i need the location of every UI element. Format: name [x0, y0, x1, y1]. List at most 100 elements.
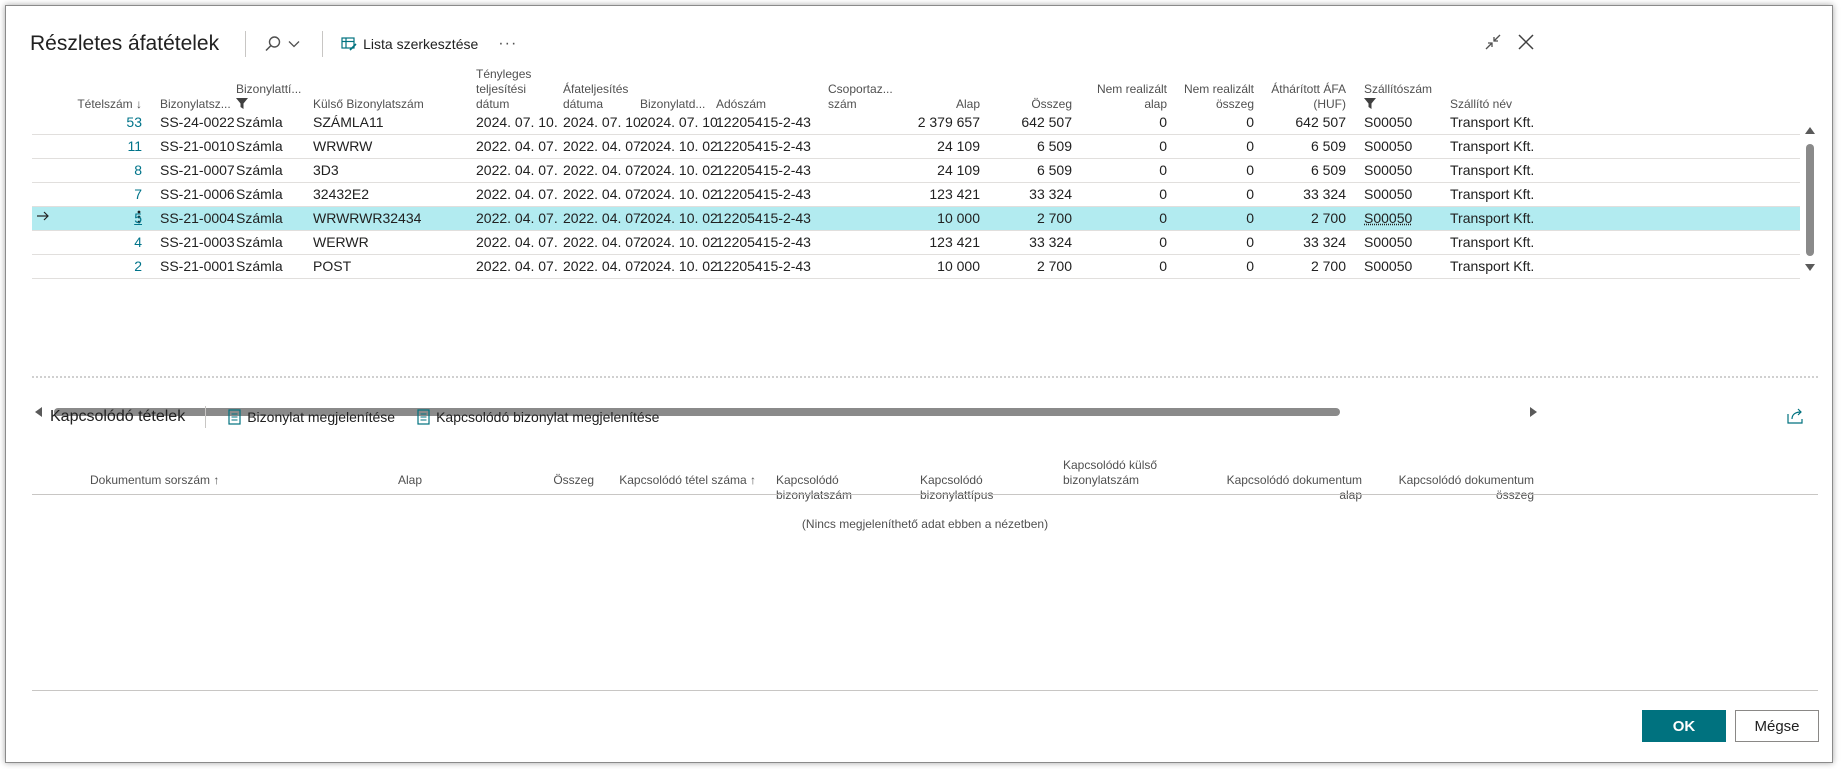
cell-vendor[interactable]: S00050: [1364, 234, 1444, 250]
related-column-label: Dokumentum sorszám ↑: [90, 473, 220, 487]
cell-vname: Transport Kft.: [1450, 186, 1535, 202]
related-column-header[interactable]: Dokumentum sorszám ↑: [90, 473, 270, 488]
column-header[interactable]: Bizonylatsz...: [160, 97, 235, 112]
filter-indicator: [1364, 98, 1444, 109]
table-row[interactable]: 8 SS-21-0007 Számla 3D3 2022. 04. 07. 2022. 0…: [32, 159, 1800, 183]
entry-number-link[interactable]: 8: [58, 162, 142, 178]
related-column-header[interactable]: Kapcsolódó dokumentum alap: [1212, 473, 1362, 503]
cell-vname: Transport Kft.: [1450, 234, 1535, 250]
column-header[interactable]: Csoportaz... szám: [828, 82, 908, 112]
column-header-label: Szállítószám: [1364, 82, 1433, 96]
close-icon: [1518, 34, 1534, 50]
table-row[interactable]: 7 SS-21-0006 Számla 32432E2 2022. 04. 07. 202…: [32, 183, 1800, 207]
related-column-label: Kapcsolódó dokumentum alap: [1226, 473, 1362, 502]
column-header[interactable]: Nem realizált összeg: [1170, 82, 1254, 112]
cell-vendor[interactable]: S00050: [1364, 186, 1444, 202]
related-column-header[interactable]: Alap: [332, 473, 422, 488]
filter-icon: [236, 98, 248, 109]
cell-vatdate: 2022. 04. 07.: [563, 186, 645, 202]
cell-actual: 2022. 04. 07.: [476, 186, 558, 202]
table-row[interactable]: 2 SS-21-0001 Számla POST 2022. 04. 07. 2022. …: [32, 255, 1800, 279]
column-header[interactable]: Áthárított ÁFA (HUF): [1260, 82, 1346, 112]
cell-nrbase: 0: [1159, 258, 1167, 274]
related-column-label: bizonylatszám: [1063, 473, 1140, 487]
search-button[interactable]: [264, 35, 300, 53]
entry-number-link[interactable]: 4: [58, 234, 142, 250]
entry-number-link[interactable]: 53: [58, 114, 142, 130]
entry-number-link[interactable]: 5: [58, 210, 142, 226]
table-row[interactable]: 53 SS-24-0022 Számla SZÁMLA11 2024. 07. 10. 2…: [32, 111, 1800, 135]
cell-tax: 12205415-2-43: [716, 210, 811, 226]
collapse-button[interactable]: [1481, 30, 1505, 54]
edit-list-button[interactable]: Lista szerkesztése: [341, 36, 478, 52]
column-header[interactable]: Szállítószám: [1364, 82, 1444, 109]
header-divider: [322, 31, 324, 57]
cell-vatdate: 2022. 04. 07.: [563, 234, 645, 250]
cell-ext: WRWRW: [313, 138, 373, 154]
column-header[interactable]: Szállító név: [1450, 97, 1550, 112]
related-column-header[interactable]: Kapcsolódó tétel száma ↑: [616, 473, 756, 488]
cell-vendor[interactable]: S00050: [1364, 114, 1444, 130]
cell-type: Számla: [236, 162, 283, 178]
column-header[interactable]: Tényleges teljesítési dátum: [476, 67, 556, 112]
show-related-document-button[interactable]: Kapcsolódó bizonylat megjelenítése: [417, 409, 659, 425]
cell-vendor[interactable]: S00050: [1364, 162, 1444, 178]
column-header[interactable]: Bizonylattí...: [236, 82, 306, 109]
cell-vname: Transport Kft.: [1450, 114, 1535, 130]
cell-ext: 3D3: [313, 162, 339, 178]
cell-base: 24 109: [937, 162, 980, 178]
column-header[interactable]: Külső Bizonylatszám: [313, 97, 463, 112]
cell-vname: Transport Kft.: [1450, 162, 1535, 178]
cell-vatdate: 2022. 04. 07.: [563, 210, 645, 226]
cell-vat: 6 509: [1310, 138, 1346, 154]
entry-number-link[interactable]: 7: [58, 186, 142, 202]
column-header[interactable]: Bizonylatd...: [640, 97, 710, 112]
cell-docdate: 2024. 10. 02.: [640, 138, 722, 154]
cell-base: 24 109: [937, 138, 980, 154]
column-header[interactable]: Tételszám ↓: [58, 97, 142, 112]
column-header[interactable]: Adószám: [716, 97, 816, 112]
column-header[interactable]: Alap: [912, 97, 980, 112]
column-header-label: Csoportaz...: [828, 82, 893, 96]
related-column-header[interactable]: Kapcsolódó bizonylatszám: [776, 473, 906, 503]
ok-button[interactable]: OK: [1642, 710, 1726, 742]
column-header[interactable]: Áfateljesítés dátuma: [563, 82, 638, 112]
cell-actual: 2024. 07. 10.: [476, 114, 558, 130]
close-button[interactable]: [1514, 30, 1538, 54]
related-column-header[interactable]: Összeg: [502, 473, 594, 488]
vertical-scrollbar[interactable]: [1802, 124, 1818, 396]
column-header-label: Tételszám ↓: [77, 97, 142, 111]
entry-number-link[interactable]: 2: [58, 258, 142, 274]
column-header-label: Áfateljesítés: [563, 82, 629, 96]
related-column-header[interactable]: Kapcsolódó külső bizonylatszám: [1063, 458, 1183, 488]
section-divider: [32, 376, 1818, 378]
cell-nrbase: 0: [1159, 234, 1167, 250]
share-button[interactable]: [1784, 404, 1808, 428]
entry-number-link[interactable]: 11: [58, 138, 142, 154]
cell-amount: 6 509: [1036, 162, 1072, 178]
related-column-header[interactable]: Kapcsolódó dokumentum összeg: [1374, 473, 1534, 503]
filter-icon: [1364, 98, 1376, 109]
cell-vendor[interactable]: S00050: [1364, 258, 1444, 274]
column-header-label: teljesítési: [476, 82, 527, 96]
table-row[interactable]: 11 SS-21-0010 Számla WRWRW 2022. 04. 07. 2022…: [32, 135, 1800, 159]
cell-vendor[interactable]: S00050: [1364, 210, 1444, 226]
table-row[interactable]: 4 SS-21-0003 Számla WERWR 2022. 04. 07. 2022.…: [32, 231, 1800, 255]
cell-actual: 2022. 04. 07.: [476, 138, 558, 154]
cell-vat: 6 509: [1310, 162, 1346, 178]
cell-vendor[interactable]: S00050: [1364, 138, 1444, 154]
cancel-button[interactable]: Mégse: [1735, 710, 1819, 742]
cell-type: Számla: [236, 258, 283, 274]
cell-doc: SS-21-0001: [160, 258, 235, 274]
more-options-button[interactable]: ···: [498, 35, 517, 53]
cell-type: Számla: [236, 138, 283, 154]
related-column-header[interactable]: Kapcsolódó bizonylattípus: [920, 473, 1050, 503]
cell-amount: 6 509: [1036, 138, 1072, 154]
table-row-selected[interactable]: 5 SS-21-0004 Számla WRWRWR32434 2022. 04. 07…: [32, 207, 1800, 231]
column-header[interactable]: Nem realizált alap: [1077, 82, 1167, 112]
cell-ext: WRWRWR32434: [313, 210, 422, 226]
show-document-button[interactable]: Bizonylat megjelenítése: [228, 409, 395, 425]
cell-doc: SS-21-0010: [160, 138, 235, 154]
cell-docdate: 2024. 10. 02.: [640, 258, 722, 274]
column-header[interactable]: Összeg: [992, 97, 1072, 112]
